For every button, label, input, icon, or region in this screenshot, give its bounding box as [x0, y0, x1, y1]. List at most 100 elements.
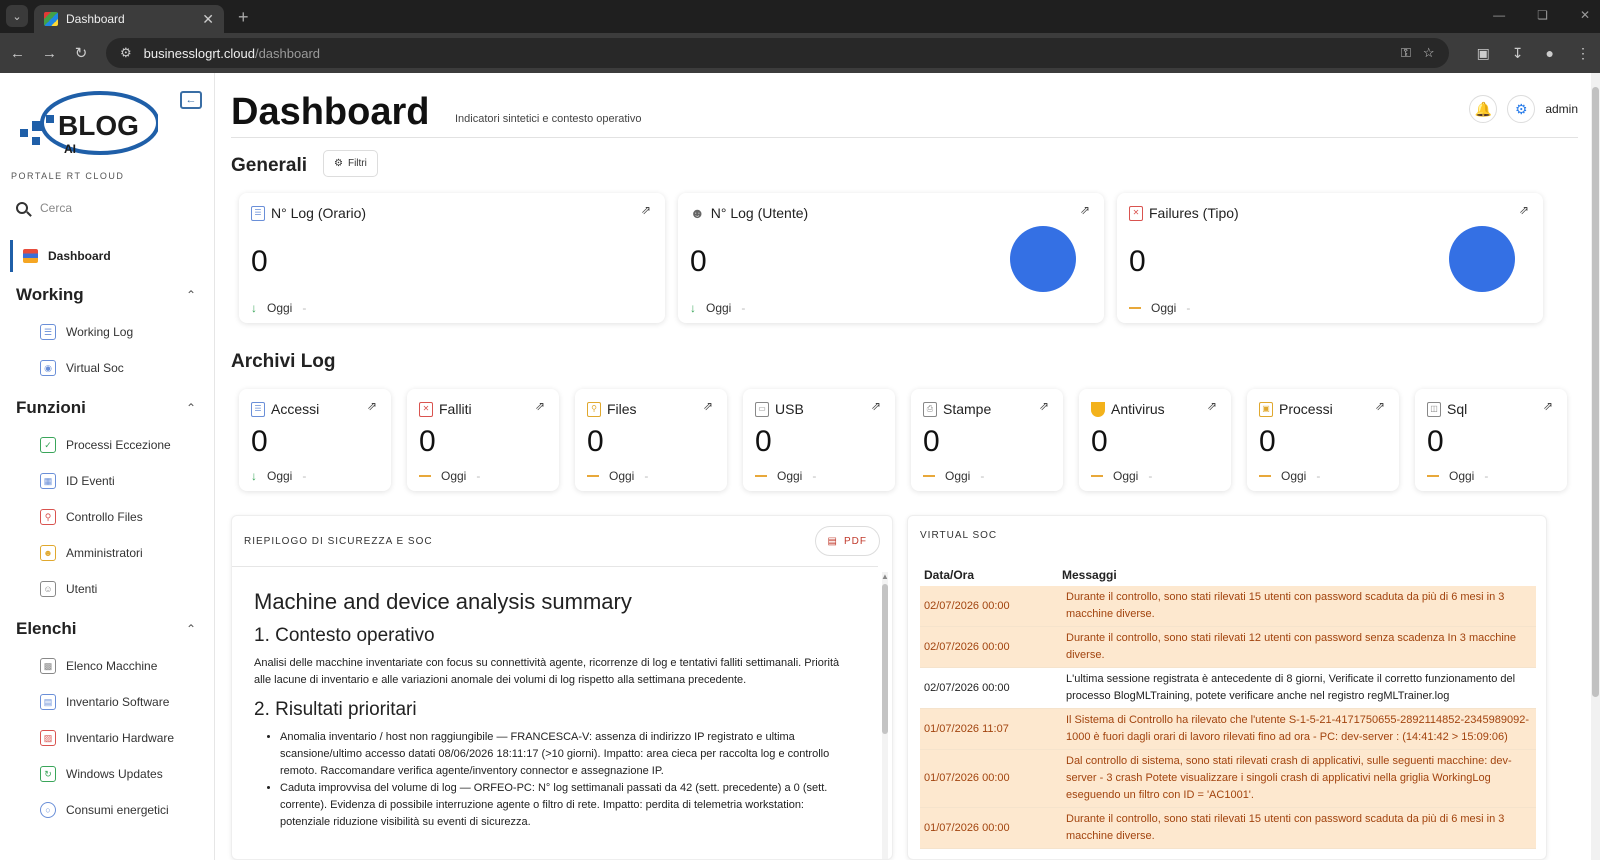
process-icon: ▣ [1259, 401, 1273, 417]
pin-icon[interactable]: ⇗ [871, 399, 881, 413]
menu-icon[interactable]: ⋮ [1576, 45, 1590, 62]
sidebar-item-controllo-files[interactable]: ⚲ Controllo Files [40, 509, 143, 525]
security-summary-panel: RIEPILOGO DI SICUREZZA E SOC ▤ PDF Machi… [231, 515, 893, 860]
scroll-up-icon[interactable]: ▲ [881, 572, 889, 581]
sidebar-item-elenco-macchine[interactable]: ▩ Elenco Macchine [40, 658, 157, 674]
section-funzioni[interactable]: Funzioni ⌃ [16, 398, 196, 418]
main-content: Dashboard Indicatori sintetici e contest… [215, 73, 1600, 860]
sidebar-item-inventario-software[interactable]: ▤ Inventario Software [40, 694, 169, 710]
trend-flat-icon [923, 475, 935, 477]
table-row[interactable]: 02/07/2026 00:00 L'ultima sessione regist… [920, 668, 1536, 709]
tab-search-icon[interactable]: ⌄ [6, 5, 28, 27]
section-elenchi[interactable]: Elenchi ⌃ [16, 619, 196, 639]
lightbulb-icon: ○ [40, 802, 56, 818]
scrollbar-thumb[interactable] [882, 584, 888, 734]
browser-tab[interactable]: Dashboard ✕ [34, 5, 224, 33]
pin-icon[interactable]: ⇗ [1375, 399, 1385, 413]
tab-title: Dashboard [66, 12, 125, 26]
table-row[interactable]: 01/07/2026 00:00 Dal controllo di sistema… [920, 750, 1536, 808]
notifications-bell-icon[interactable]: 🔔 [1469, 95, 1498, 123]
settings-gear-icon[interactable]: ⚙ [1507, 95, 1536, 123]
card-usb[interactable]: ▭ USB ⇗ 0 Oggi - [743, 389, 895, 491]
pin-icon[interactable]: ⇗ [367, 399, 377, 413]
filters-button[interactable]: ⚙ Filtri [323, 150, 378, 177]
sidebar-item-id-eventi[interactable]: ▦ ID Eventi [40, 473, 115, 489]
url-path: /dashboard [254, 45, 321, 61]
table-row[interactable]: 02/07/2026 00:00 Durante il controllo, so… [920, 627, 1536, 668]
pin-icon[interactable]: ⇗ [1080, 203, 1090, 217]
users-icon: ☺ [40, 581, 56, 597]
new-tab-icon[interactable]: + [238, 7, 249, 28]
address-bar[interactable]: ⚙ businesslogrt.cloud/dashboard ⚿ ☆ [106, 38, 1449, 68]
col-date-header[interactable]: Data/Ora [920, 568, 1062, 582]
search-input[interactable]: Cerca [40, 201, 72, 215]
chevron-up-icon[interactable]: ⌃ [186, 622, 196, 636]
failed-icon: ✕ [419, 401, 433, 417]
sidebar-item-inventario-hardware[interactable]: ▨ Inventario Hardware [40, 730, 174, 746]
sidebar-item-consumi-energetici[interactable]: ○ Consumi energetici [40, 802, 169, 818]
card-stampe[interactable]: ⎙ Stampe ⇗ 0 Oggi - [911, 389, 1063, 491]
pin-icon[interactable]: ⇗ [1519, 203, 1529, 217]
card-log-utente[interactable]: ☻ N° Log (Utente) ⇗ 0 ↓ Oggi - [678, 193, 1104, 323]
card-value: 0 [755, 425, 772, 458]
table-row[interactable]: 01/07/2026 11:07 Il Sistema di Controllo … [920, 709, 1536, 750]
list-item: Anomalia inventario / host non raggiungi… [280, 729, 856, 780]
failure-icon: ✕ [1129, 205, 1143, 221]
chevron-up-icon[interactable]: ⌃ [186, 401, 196, 415]
pin-icon[interactable]: ⇗ [535, 399, 545, 413]
pie-chart-placeholder [1449, 226, 1515, 292]
summary-scrollbar[interactable]: ▲ [881, 572, 889, 859]
forward-icon[interactable]: → [42, 45, 57, 62]
card-falliti[interactable]: ✕ Falliti ⇗ 0 Oggi - [407, 389, 559, 491]
profile-icon[interactable]: ● [1546, 45, 1554, 62]
section-working[interactable]: Working ⌃ [16, 285, 196, 305]
card-files[interactable]: ⚲ Files ⇗ 0 Oggi - [575, 389, 727, 491]
extensions-icon[interactable]: ▣ [1477, 45, 1490, 62]
search-icon [16, 202, 28, 214]
sidebar-item-utenti[interactable]: ☺ Utenti [40, 581, 97, 597]
table-row[interactable]: 01/07/2026 00:00 Durante il controllo, so… [920, 808, 1536, 849]
site-info-icon[interactable]: ⚙ [120, 45, 132, 61]
page-scrollbar[interactable] [1591, 73, 1600, 860]
card-value: 0 [587, 425, 604, 458]
restore-icon[interactable]: ❏ [1537, 8, 1548, 22]
sidebar-item-virtual-soc[interactable]: ◉ Virtual Soc [40, 360, 124, 376]
card-failures-tipo[interactable]: ✕ Failures (Tipo) ⇗ 0 Oggi - [1117, 193, 1543, 323]
user-name[interactable]: admin [1545, 102, 1578, 116]
close-tab-icon[interactable]: ✕ [202, 11, 214, 28]
close-window-icon[interactable]: ✕ [1580, 8, 1590, 22]
chevron-up-icon[interactable]: ⌃ [186, 288, 196, 302]
sidebar-item-amministratori[interactable]: ☻ Amministratori [40, 545, 143, 561]
panel-title: RIEPILOGO DI SICUREZZA E SOC [244, 536, 433, 547]
scrollbar-thumb[interactable] [1592, 87, 1599, 697]
bookmark-star-icon[interactable]: ☆ [1423, 45, 1435, 61]
card-log-orario[interactable]: ☰ N° Log (Orario) ⇗ 0 ↓ Oggi - [239, 193, 665, 323]
minimize-icon[interactable]: — [1493, 8, 1505, 22]
reload-icon[interactable]: ↻ [74, 44, 88, 62]
sidebar-item-dashboard[interactable]: Dashboard [10, 240, 205, 272]
trend-flat-icon [1091, 475, 1103, 477]
download-icon[interactable]: ↧ [1512, 45, 1524, 62]
row-message: Dal controllo di sistema, sono stati ril… [1066, 755, 1512, 801]
sidebar-search[interactable]: Cerca [16, 201, 72, 215]
col-messages-header[interactable]: Messaggi [1062, 568, 1117, 582]
back-icon[interactable]: ← [10, 45, 25, 62]
card-accessi[interactable]: ☰ Accessi ⇗ 0 ↓ Oggi - [239, 389, 391, 491]
sidebar-item-working-log[interactable]: ☰ Working Log [40, 324, 133, 340]
pdf-export-button[interactable]: ▤ PDF [814, 526, 880, 556]
pin-icon[interactable]: ⇗ [703, 399, 713, 413]
pin-icon[interactable]: ⇗ [1207, 399, 1217, 413]
card-sql[interactable]: ◫ Sql ⇗ 0 Oggi - [1415, 389, 1567, 491]
pin-icon[interactable]: ⇗ [1543, 399, 1553, 413]
sidebar-item-processi-eccezione[interactable]: ✓ Processi Eccezione [40, 437, 171, 453]
card-processi[interactable]: ▣ Processi ⇗ 0 Oggi - [1247, 389, 1399, 491]
priority-list: Anomalia inventario / host non raggiungi… [280, 729, 856, 831]
sidebar-item-windows-updates[interactable]: ↻ Windows Updates [40, 766, 163, 782]
card-antivirus[interactable]: Antivirus ⇗ 0 Oggi - [1079, 389, 1231, 491]
collapse-sidebar-icon[interactable]: ← [180, 91, 202, 109]
pin-icon[interactable]: ⇗ [641, 203, 651, 217]
table-row[interactable]: 02/07/2026 00:00 Durante il controllo, so… [920, 586, 1536, 627]
password-key-icon[interactable]: ⚿ [1401, 45, 1411, 61]
trend-down-icon: ↓ [690, 301, 696, 315]
pin-icon[interactable]: ⇗ [1039, 399, 1049, 413]
